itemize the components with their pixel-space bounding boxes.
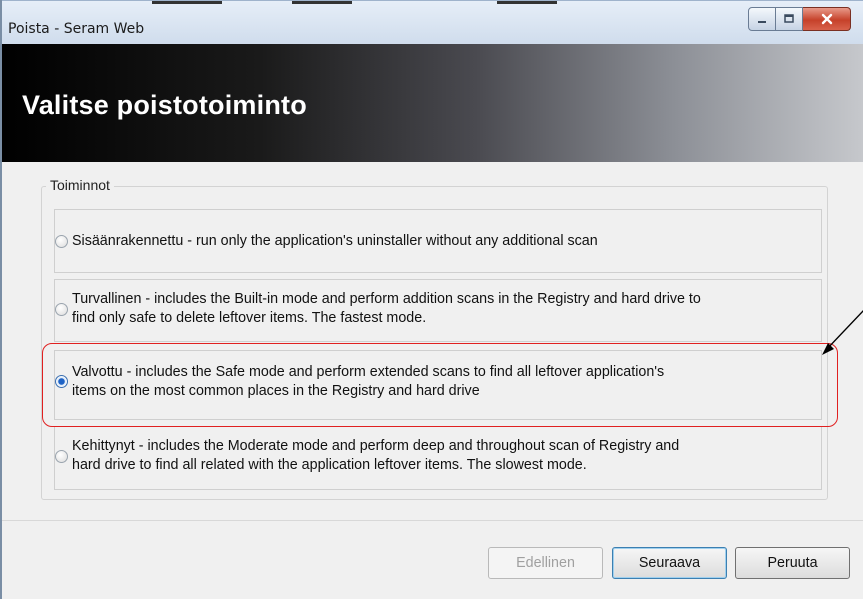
radio-advanced[interactable] [55, 450, 68, 463]
title-bar[interactable]: Poista - Seram Web [2, 0, 863, 45]
option-builtin[interactable]: Sisäänrakennettu - run only the applicat… [54, 209, 822, 273]
page-title: Valitse poistotoiminto [22, 90, 307, 120]
cancel-button[interactable]: Peruuta [735, 547, 850, 579]
uninstall-dialog-window: Poista - Seram Web Valitse poistotoimint… [0, 0, 863, 599]
option-safe-label-line1: Turvallinen - includes the Built-in mode… [72, 291, 701, 307]
next-button[interactable]: Seuraava [612, 547, 727, 579]
highlight-annotation [42, 343, 838, 427]
maximize-button[interactable] [776, 7, 803, 31]
window-title: Poista - Seram Web [8, 21, 145, 37]
footer-separator [2, 520, 863, 521]
back-button[interactable]: Edellinen [488, 547, 603, 579]
radio-builtin[interactable] [55, 235, 68, 248]
minimize-icon [758, 21, 766, 23]
option-advanced[interactable]: Kehittynyt - includes the Moderate mode … [54, 426, 822, 490]
option-safe[interactable]: Turvallinen - includes the Built-in mode… [54, 279, 822, 342]
cropped-text-fragment [152, 1, 557, 4]
maximize-icon [784, 14, 794, 23]
header-banner: Valitse poistotoiminto [2, 44, 863, 162]
caption-buttons [748, 7, 851, 31]
close-button[interactable] [803, 7, 851, 31]
close-icon [821, 13, 832, 25]
option-builtin-label: Sisäänrakennettu - run only the applicat… [72, 233, 598, 249]
option-advanced-label-line2: hard drive to find all related with the … [72, 457, 587, 473]
minimize-button[interactable] [748, 7, 776, 31]
annotation-arrow-icon [822, 310, 863, 355]
groupbox-legend: Toiminnot [46, 177, 114, 193]
option-advanced-label-line1: Kehittynyt - includes the Moderate mode … [72, 438, 680, 454]
radio-safe[interactable] [55, 303, 68, 316]
option-safe-label-line2: find only safe to delete leftover items.… [72, 310, 427, 326]
